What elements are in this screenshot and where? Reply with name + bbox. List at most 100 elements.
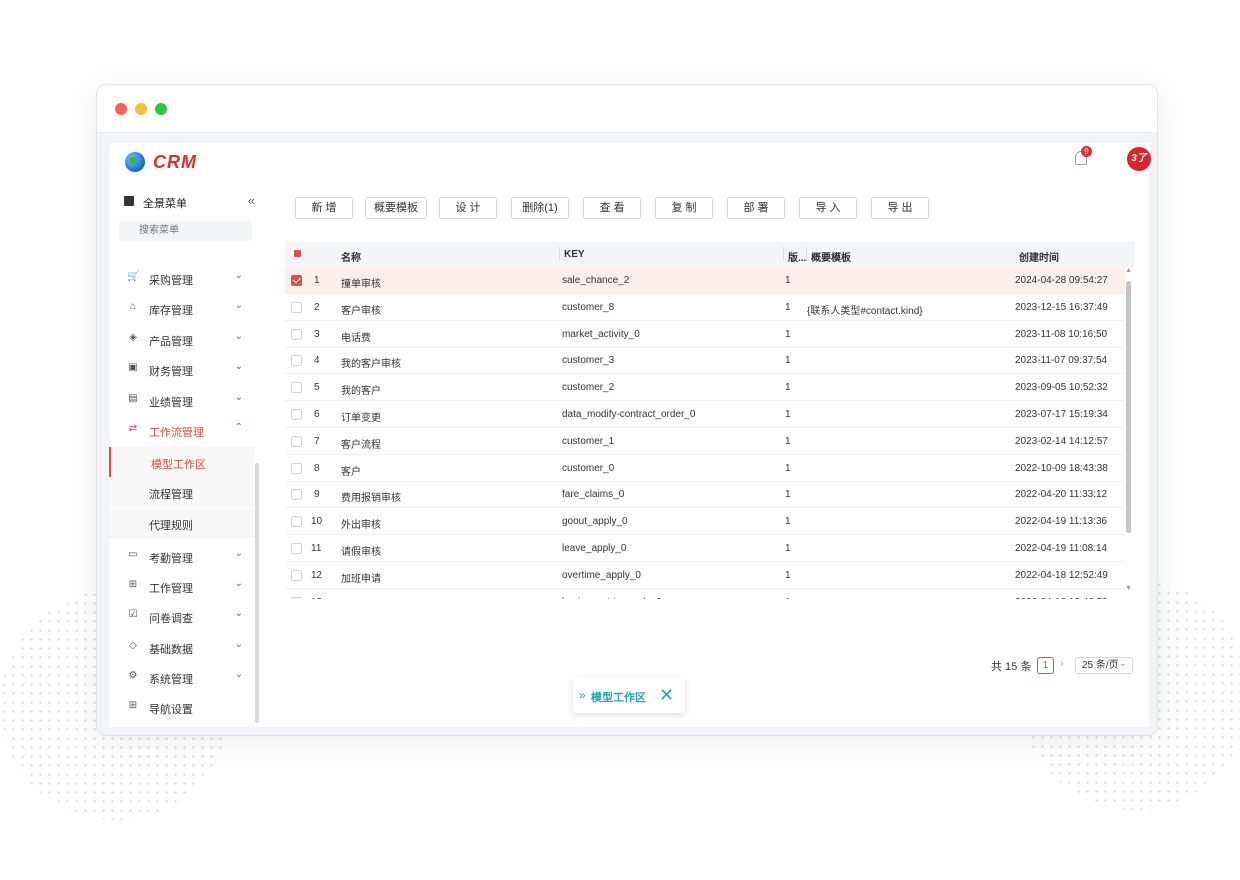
- design-button[interactable]: 设 计: [439, 197, 497, 219]
- maximize-window-button[interactable]: [155, 103, 167, 115]
- table-scrollbar[interactable]: ▲ ▼: [1125, 267, 1133, 597]
- row-checkbox[interactable]: [291, 569, 302, 581]
- export-button[interactable]: 导 出: [871, 197, 929, 219]
- select-all-checkbox[interactable]: [294, 250, 301, 257]
- menu-search-input[interactable]: [119, 221, 252, 241]
- row-key: customer_1: [562, 435, 615, 447]
- sidebar-item-label: 产品管理: [149, 335, 193, 348]
- page-number-button[interactable]: 1: [1037, 657, 1054, 674]
- add-button[interactable]: 新 增: [295, 197, 353, 219]
- page-size-value: 25 条/页: [1082, 660, 1119, 671]
- sidebar-item-label: 采购管理: [149, 275, 193, 287]
- import-button[interactable]: 导 入: [799, 197, 857, 219]
- template-button[interactable]: 概要模板: [365, 197, 427, 219]
- header-key[interactable]: KEY: [564, 249, 585, 260]
- row-name: 外出审核: [341, 520, 381, 532]
- next-page-button[interactable]: ›: [1060, 658, 1064, 674]
- table-row[interactable]: 5 我的客户 customer_2 1 2023-09-05 10:52:32: [285, 374, 1125, 402]
- box-icon: ◈: [129, 331, 137, 343]
- chevron-down-icon: ⌄: [234, 391, 243, 403]
- tab-model-workspace[interactable]: 模型工作区: [591, 689, 646, 705]
- row-key: customer_2: [562, 382, 615, 394]
- row-number: 7: [314, 435, 320, 447]
- table-row[interactable]: 11 请假审核 leave_apply_0 1 2022-04-19 11:08…: [285, 535, 1125, 562]
- browser-window: CRM 9 3了 全景菜单 « ⌕ 🛒 采购管理 ⌄ ⌂ 库存管理 ⌄ ◈ 产品…: [96, 84, 1158, 736]
- app-logo[interactable]: CRM: [153, 152, 197, 173]
- scroll-thumb[interactable]: [1126, 281, 1131, 533]
- row-checkbox[interactable]: [291, 435, 302, 447]
- row-key: fare_claims_0: [562, 489, 625, 501]
- table-row[interactable]: 8 客户 customer_0 1 2022-10-09 18:43:38: [285, 455, 1125, 482]
- sidebar-subitem-label: 模型工作区: [151, 459, 206, 471]
- minimize-window-button[interactable]: [135, 103, 147, 115]
- scroll-up-icon[interactable]: ▲: [1125, 267, 1132, 274]
- window-titlebar: [97, 85, 1157, 133]
- row-created: 2022-10-09 18:43:38: [1015, 462, 1108, 474]
- table-row[interactable]: 9 费用报销审核 fare_claims_0 1 2022-04-20 11:3…: [285, 481, 1125, 509]
- sidebar-item-cart[interactable]: 🛒 采购管理 ⌄: [109, 263, 255, 293]
- table-row[interactable]: 4 我的客户审核 customer_3 1 2023-11-07 09:37:5…: [285, 347, 1125, 375]
- table-row[interactable]: 6 订单变更 data_modify-contract_order_0 1 20…: [285, 401, 1125, 428]
- table-row[interactable]: 12 加班申请 overtime_apply_0 1 2022-04-18 12…: [285, 562, 1125, 589]
- sidebar-item-label: 工作管理: [149, 583, 193, 596]
- row-number: 3: [314, 328, 320, 340]
- close-tab-icon[interactable]: ✕: [659, 685, 674, 706]
- sidebar-item-layers[interactable]: ◇ 基础数据 ⌄: [109, 632, 255, 662]
- row-checkbox[interactable]: [291, 275, 302, 286]
- double-chevron-icon[interactable]: »: [579, 688, 586, 702]
- delete-button[interactable]: 删除(1): [511, 197, 569, 219]
- row-version: 1: [785, 301, 791, 313]
- row-checkbox[interactable]: [291, 489, 302, 501]
- row-checkbox[interactable]: [291, 355, 302, 367]
- table-row[interactable]: 7 客户流程 customer_1 1 2023-02-14 14:12:57: [285, 428, 1125, 455]
- sidebar-item-survey[interactable]: ☑ 问卷调查 ⌄: [109, 601, 255, 631]
- copy-button[interactable]: 复 制: [655, 197, 713, 219]
- sidebar-item-box[interactable]: ◈ 产品管理 ⌄: [109, 324, 255, 354]
- row-checkbox[interactable]: [291, 409, 302, 420]
- sidebar-scrollbar[interactable]: [255, 463, 259, 723]
- row-checkbox[interactable]: [291, 301, 302, 313]
- close-window-button[interactable]: [115, 103, 127, 115]
- chevron-down-icon: ⌄: [234, 608, 243, 620]
- sidebar-item-finance[interactable]: ▣ 财务管理 ⌄: [109, 354, 255, 384]
- scroll-down-icon[interactable]: ▼: [1125, 585, 1132, 592]
- deploy-button[interactable]: 部 署: [727, 197, 785, 219]
- chevron-up-icon: ⌃: [234, 422, 243, 433]
- header-version[interactable]: 版...: [788, 249, 806, 264]
- table-row[interactable]: 1 撞单审核 sale_chance_2 1 2024-04-28 09:54:…: [285, 267, 1125, 294]
- header-template[interactable]: 概要模板: [811, 249, 851, 264]
- row-checkbox[interactable]: [291, 596, 302, 599]
- sidebar-item-warehouse[interactable]: ⌂ 库存管理 ⌄: [109, 293, 255, 323]
- row-checkbox[interactable]: [291, 462, 302, 474]
- sidebar-subitem[interactable]: 流程管理: [109, 477, 255, 508]
- avatar[interactable]: 3了: [1127, 147, 1151, 171]
- prev-page-button[interactable]: ‹: [1025, 658, 1029, 674]
- table-row[interactable]: 3 电话费 market_activity_0 1 2023-11-08 10:…: [285, 321, 1125, 348]
- sidebar-item-chart[interactable]: ▤ 业绩管理 ⌄: [109, 385, 255, 415]
- grid-icon: ⊞: [128, 579, 138, 591]
- header-created[interactable]: 创建时间: [1019, 249, 1059, 264]
- row-number: 1: [314, 275, 320, 286]
- row-checkbox[interactable]: [291, 516, 302, 528]
- row-number: 9: [314, 489, 320, 501]
- collapse-sidebar-icon[interactable]: «: [248, 193, 255, 208]
- row-checkbox[interactable]: [291, 382, 302, 394]
- open-tab-bar: » 模型工作区 ✕: [573, 677, 685, 713]
- sidebar-item-grid[interactable]: ⊞ 工作管理 ⌄: [109, 571, 255, 601]
- view-button[interactable]: 查 看: [583, 197, 641, 219]
- table-row[interactable]: 10 外出审核 goout_apply_0 1 2022-04-19 11:13…: [285, 508, 1125, 536]
- row-checkbox[interactable]: [291, 543, 302, 554]
- row-checkbox[interactable]: [291, 328, 302, 340]
- sidebar-item-workflow[interactable]: ⇄ 工作流管理 ⌃: [109, 415, 255, 445]
- sidebar-item-nav[interactable]: ⊞ 导航设置: [109, 692, 255, 722]
- header-name[interactable]: 名称: [341, 249, 361, 264]
- table-row[interactable]: 2 客户审核 customer_8 1 {联系人类型#contact.kind}…: [285, 294, 1125, 321]
- row-version: 1: [785, 382, 791, 394]
- sidebar-subitem[interactable]: 模型工作区: [109, 447, 255, 477]
- sidebar-item-attendance[interactable]: ▭ 考勤管理 ⌄: [109, 541, 255, 571]
- sidebar-subitem[interactable]: 代理规则: [109, 507, 255, 538]
- table-row[interactable]: 13 出差申请 business_trip_apply_0 1 2022-04-…: [285, 589, 1125, 599]
- page-size-select[interactable]: 25 条/页 ⌄: [1075, 657, 1133, 674]
- chevron-down-icon: ⌄: [234, 548, 243, 559]
- sidebar-item-settings[interactable]: ⚙ 系统管理 ⌄: [109, 662, 255, 692]
